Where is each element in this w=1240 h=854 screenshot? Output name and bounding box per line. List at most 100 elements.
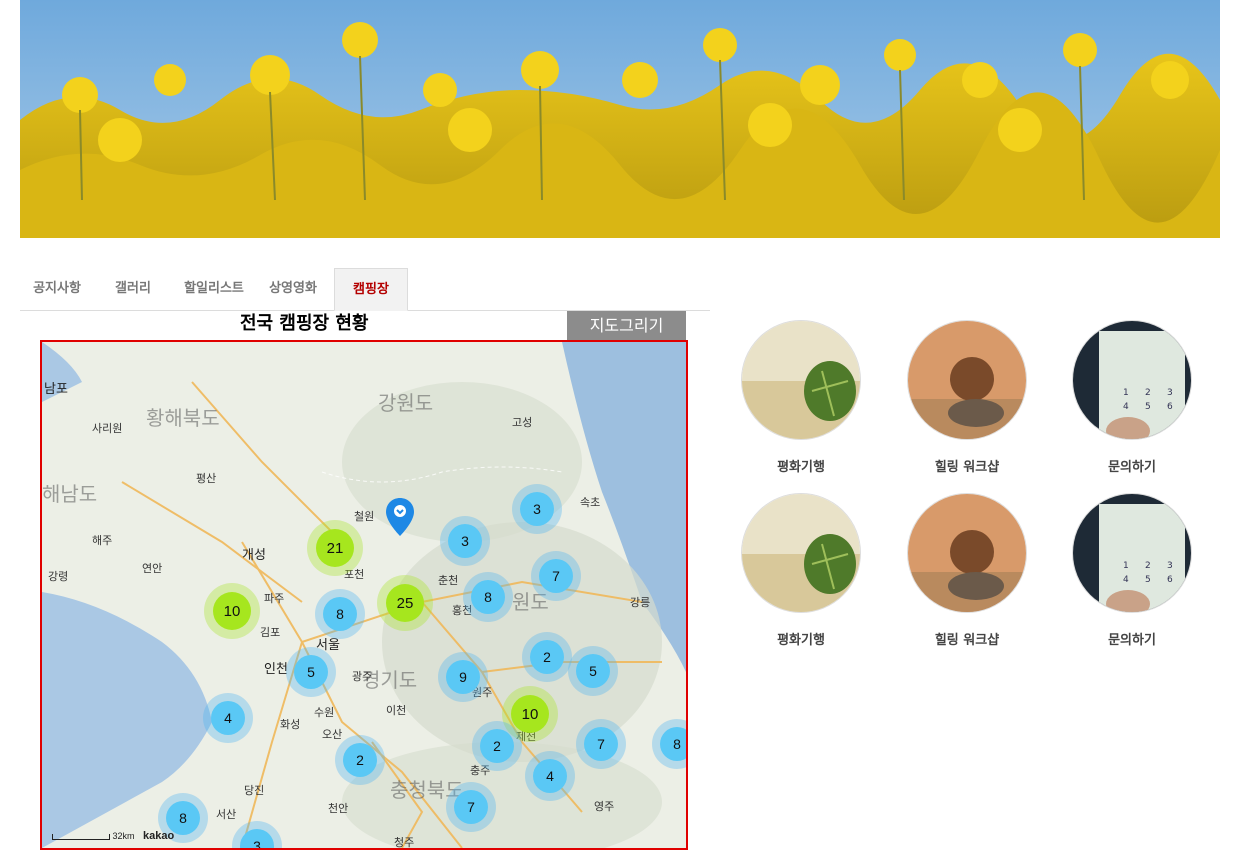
svg-text:4: 4	[1123, 402, 1129, 412]
tab-bar: 공지사항 갤러리 할일리스트 상영영화 캠핑장	[20, 268, 710, 311]
cluster-count: 21	[316, 529, 354, 567]
scale-label: 32km	[112, 831, 135, 841]
city-label: 사리원	[92, 422, 123, 435]
map-cluster[interactable]: 9	[438, 652, 488, 702]
map-cluster[interactable]: 5	[286, 647, 336, 697]
service-label: 힐링 워크샵	[934, 633, 1000, 648]
map-cluster[interactable]: 7	[576, 719, 626, 769]
map-cluster[interactable]: 2	[335, 735, 385, 785]
region-label: 황해북도	[146, 406, 220, 430]
cluster-count: 3	[520, 492, 554, 526]
location-pin-icon[interactable]	[386, 498, 414, 536]
map-cluster[interactable]: 2	[522, 632, 572, 682]
city-label: 당진	[244, 784, 265, 797]
cluster-count: 4	[533, 759, 567, 793]
leaf-on-sand-icon	[741, 493, 861, 613]
city-label: 남포	[44, 382, 68, 397]
cluster-count: 7	[539, 559, 573, 593]
cluster-count: 9	[446, 660, 480, 694]
cluster-count: 8	[323, 597, 357, 631]
city-label: 개성	[242, 548, 266, 563]
service-label: 힐링 워크샵	[934, 460, 1000, 475]
city-label: 화성	[280, 718, 301, 731]
cluster-count: 25	[386, 584, 424, 622]
city-label: 천안	[328, 802, 349, 815]
stacked-stones-icon	[907, 493, 1027, 613]
draw-map-button[interactable]: 지도그리기	[567, 311, 686, 340]
city-label: 철원	[354, 510, 375, 523]
kakao-logo: kakao	[143, 830, 175, 842]
svg-text:3: 3	[1167, 561, 1173, 571]
map-cluster[interactable]: 7	[446, 782, 496, 832]
svg-text:1: 1	[1123, 388, 1129, 398]
tab-todo-list[interactable]: 할일리스트	[178, 268, 250, 310]
cluster-count: 2	[530, 640, 564, 674]
map-cluster[interactable]: 7	[531, 551, 581, 601]
service-inquiry[interactable]: 1 2 3 4 5 6 문의하기	[1067, 320, 1197, 475]
svg-text:4: 4	[1123, 575, 1129, 585]
cluster-count: 7	[454, 790, 488, 824]
city-label: 수원	[314, 706, 335, 719]
cluster-count: 8	[471, 580, 505, 614]
service-label: 문의하기	[1108, 460, 1156, 475]
service-healing-workshop[interactable]: 힐링 워크샵	[902, 320, 1032, 475]
cluster-count: 3	[448, 524, 482, 558]
map-cluster[interactable]: 4	[203, 693, 253, 743]
phone-keypad-icon: 1 2 3 4 5 6	[1072, 320, 1192, 440]
service-inquiry[interactable]: 1 2 3 4 5 6 문의하기	[1067, 493, 1197, 648]
cluster-count: 4	[211, 701, 245, 735]
map-cluster[interactable]: 3	[440, 516, 490, 566]
map-cluster[interactable]: 21	[307, 520, 363, 576]
cluster-count: 10	[213, 592, 251, 630]
service-peace-tour[interactable]: 평화기행	[736, 493, 866, 648]
city-label: 오산	[322, 728, 343, 741]
city-label: 광주	[352, 670, 373, 683]
svg-text:1: 1	[1123, 561, 1129, 571]
map-cluster[interactable]: 5	[568, 646, 618, 696]
city-label: 서산	[216, 808, 237, 821]
city-label: 고성	[512, 416, 533, 429]
map-cluster[interactable]: 3	[512, 484, 562, 534]
map-cluster[interactable]: 8	[463, 572, 513, 622]
map-cluster[interactable]: 8	[315, 589, 365, 639]
service-peace-tour[interactable]: 평화기행	[736, 320, 866, 475]
tab-notice[interactable]: 공지사항	[26, 268, 88, 310]
map-cluster[interactable]: 4	[525, 751, 575, 801]
city-label: 김포	[260, 626, 281, 639]
banner-image	[20, 0, 1220, 238]
cluster-count: 5	[294, 655, 328, 689]
city-label: 연안	[142, 562, 163, 575]
cluster-count: 2	[343, 743, 377, 777]
city-label: 강릉	[630, 596, 651, 609]
region-label: 강원도	[378, 391, 434, 415]
svg-text:2: 2	[1145, 388, 1151, 398]
svg-text:3: 3	[1167, 388, 1173, 398]
camping-map[interactable]: 황해북도 강원도 해남도 경기도 충청북도 원도 남포 사리원 개성 해주 서울…	[40, 340, 688, 850]
map-title: 전국 캠핑장 현황	[240, 313, 369, 334]
tab-movies[interactable]: 상영영화	[264, 268, 322, 310]
cluster-count: 10	[511, 695, 549, 733]
city-label: 청주	[394, 836, 415, 849]
city-label: 이천	[386, 704, 407, 717]
leaf-on-sand-icon	[741, 320, 861, 440]
city-label: 인천	[264, 662, 288, 677]
tab-gallery[interactable]: 갤러리	[108, 268, 158, 310]
service-label: 평화기행	[777, 633, 825, 648]
map-scale: 32km kakao	[52, 830, 174, 842]
svg-text:6: 6	[1167, 402, 1173, 412]
city-label: 춘천	[438, 574, 459, 587]
stacked-stones-icon	[907, 320, 1027, 440]
svg-text:2: 2	[1145, 561, 1151, 571]
tab-camping[interactable]: 캠핑장	[334, 268, 408, 311]
map-cluster[interactable]: 2	[472, 721, 522, 771]
map-cluster[interactable]: 25	[377, 575, 433, 631]
service-label: 문의하기	[1108, 633, 1156, 648]
svg-text:5: 5	[1145, 402, 1151, 412]
cluster-count: 3	[240, 829, 274, 848]
cluster-count: 5	[576, 654, 610, 688]
cluster-count: 7	[584, 727, 618, 761]
svg-text:5: 5	[1145, 575, 1151, 585]
city-label: 파주	[264, 592, 285, 605]
map-cluster[interactable]: 10	[204, 583, 260, 639]
service-healing-workshop[interactable]: 힐링 워크샵	[902, 493, 1032, 648]
